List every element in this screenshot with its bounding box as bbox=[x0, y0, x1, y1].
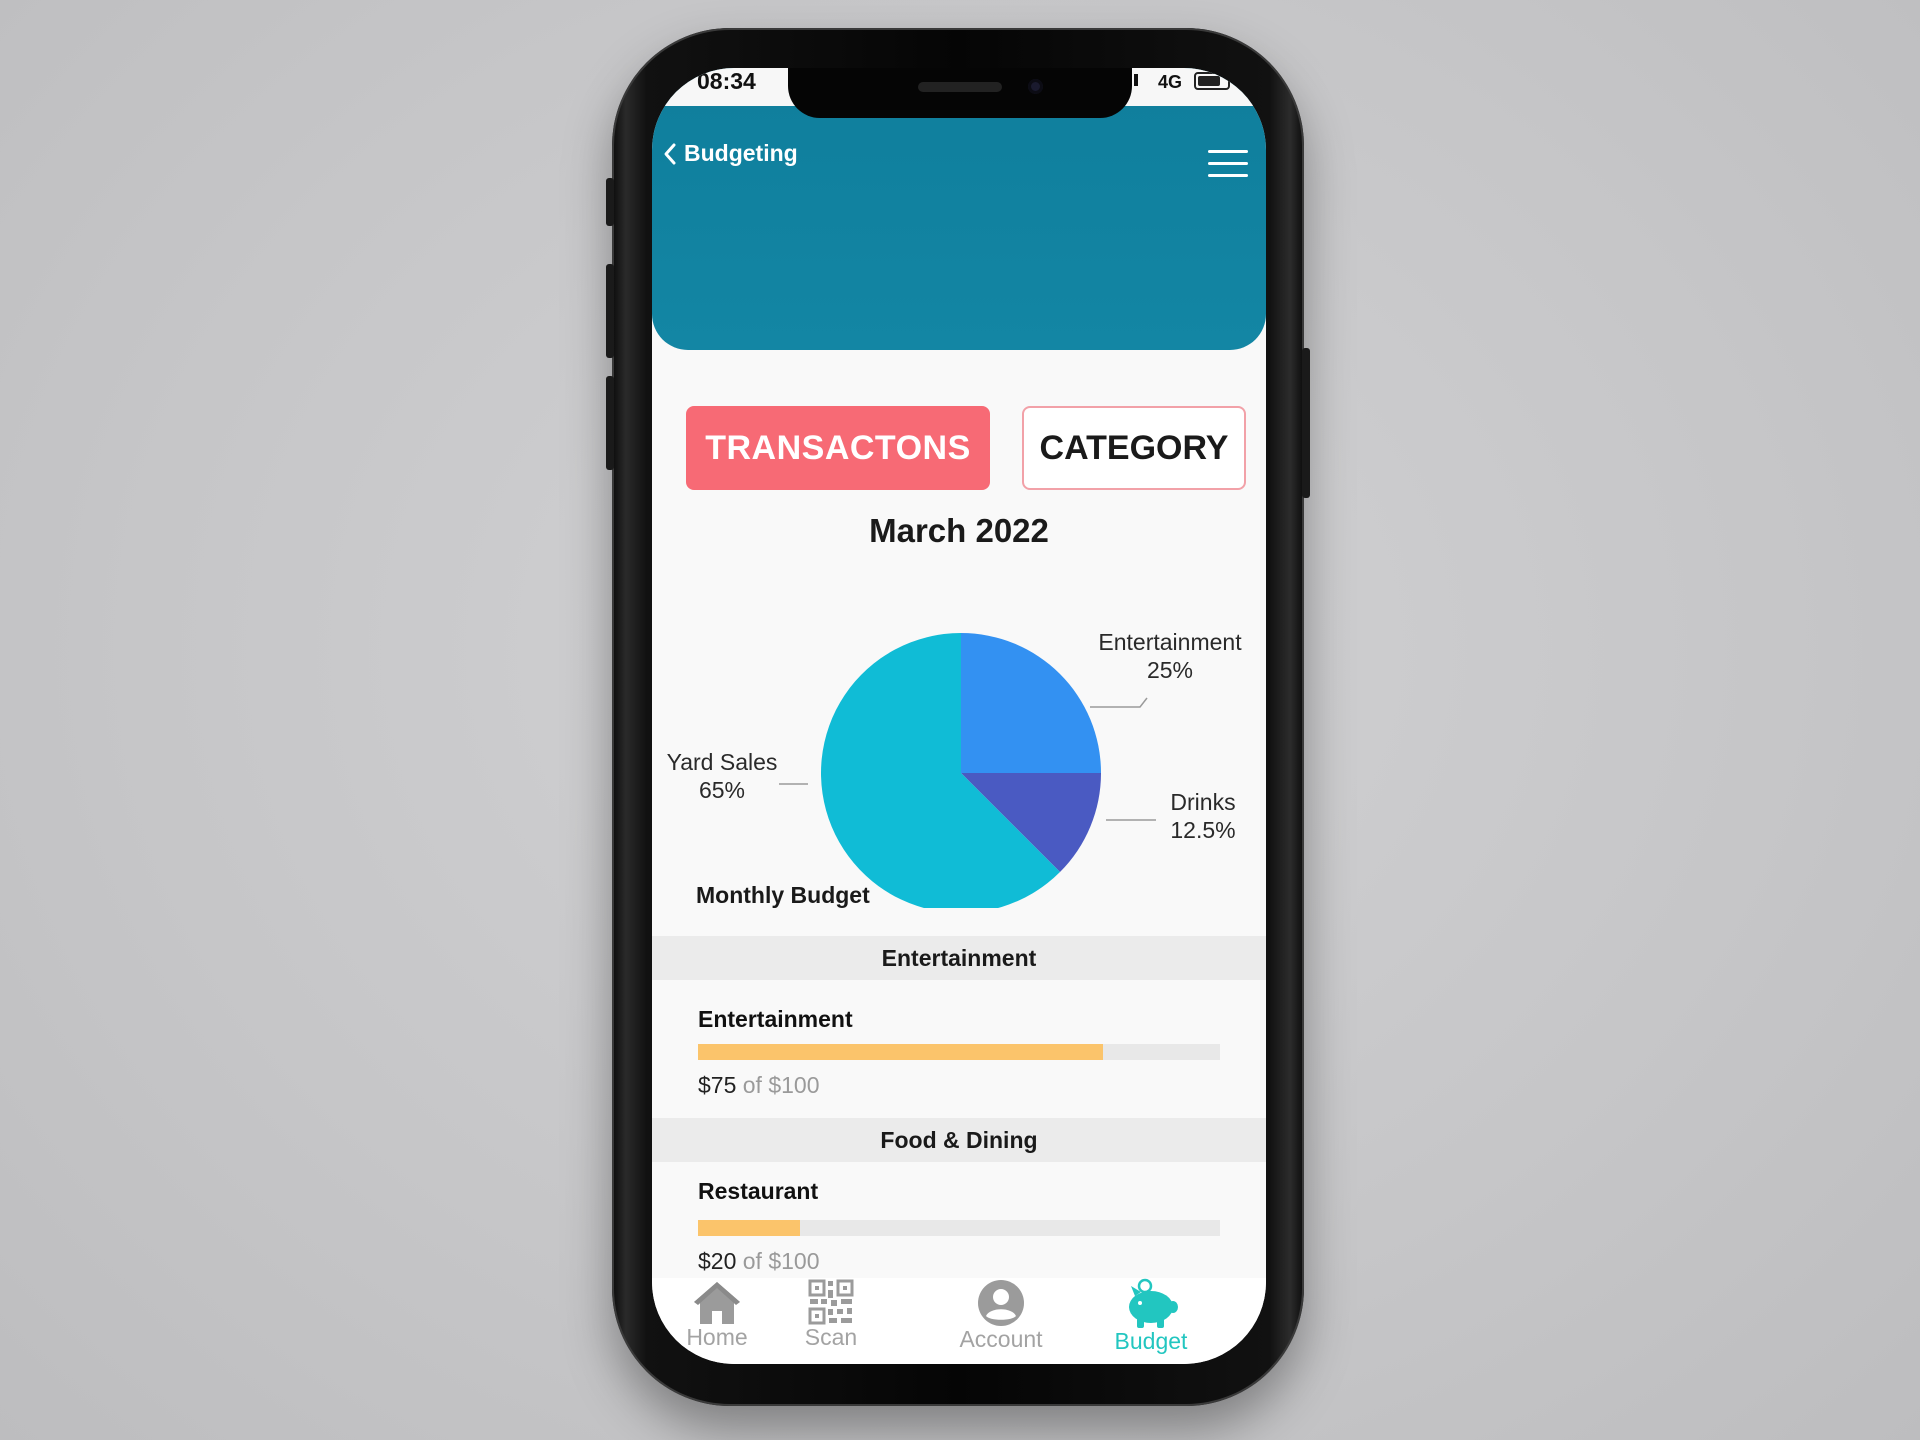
phone-screen: 08:34 4G Budgeting TRANSACTONS CATEGORY … bbox=[652, 68, 1266, 1364]
budget-progress-fill bbox=[698, 1220, 800, 1236]
pie-chart: Entertainment 25% Drinks 12.5% Yard Sale… bbox=[667, 629, 1242, 908]
budget-amount: $20 of $100 bbox=[698, 1248, 820, 1275]
bottom-tab-bar: Home Scan Account Budget bbox=[652, 1278, 1266, 1364]
tabbar-account[interactable]: Account bbox=[936, 1278, 1066, 1353]
label-yard-sales-pct: 65% bbox=[699, 777, 745, 803]
group-header-entertainment: Entertainment bbox=[652, 936, 1266, 980]
budget-item-name: Restaurant bbox=[698, 1178, 819, 1204]
tabbar-home[interactable]: Home bbox=[652, 1278, 782, 1351]
home-icon bbox=[694, 1282, 740, 1324]
speaker-grille bbox=[918, 82, 1002, 92]
view-tabs: TRANSACTONS CATEGORY bbox=[686, 406, 1246, 492]
budget-limit: of $100 bbox=[742, 1248, 820, 1274]
label-entertainment-name: Entertainment bbox=[1098, 629, 1242, 655]
hamburger-menu-icon[interactable] bbox=[1208, 150, 1248, 180]
volume-down-button bbox=[606, 376, 614, 470]
tabbar-home-label: Home bbox=[686, 1324, 748, 1350]
tabbar-account-label: Account bbox=[959, 1326, 1043, 1352]
signal-icon bbox=[1134, 74, 1138, 86]
power-button bbox=[1302, 348, 1310, 498]
battery-icon bbox=[1194, 72, 1230, 90]
tabbar-budget-label: Budget bbox=[1114, 1328, 1188, 1354]
tab-category[interactable]: CATEGORY bbox=[1022, 406, 1246, 490]
tabbar-scan[interactable]: Scan bbox=[766, 1278, 896, 1351]
chart-title: March 2022 bbox=[869, 512, 1049, 549]
qr-code-icon bbox=[808, 1279, 854, 1325]
monthly-budget-title: Monthly Budget bbox=[696, 882, 870, 908]
budget-item-name: Entertainment bbox=[698, 1006, 853, 1032]
leader-line-entertainment bbox=[1090, 697, 1148, 708]
tabbar-scan-label: Scan bbox=[804, 1324, 858, 1350]
volume-up-button bbox=[606, 264, 614, 358]
piggy-bank-icon bbox=[1129, 1278, 1178, 1328]
back-label: Budgeting bbox=[684, 140, 798, 166]
label-drinks-name: Drinks bbox=[1170, 789, 1235, 815]
group-header-food-dining: Food & Dining bbox=[652, 1118, 1266, 1162]
pie-slice-entertainment bbox=[961, 633, 1101, 773]
budget-progress-track bbox=[698, 1220, 1220, 1236]
budget-amount: $75 of $100 bbox=[698, 1072, 820, 1099]
label-entertainment-pct: 25% bbox=[1147, 657, 1193, 683]
notch bbox=[788, 68, 1132, 118]
budget-limit: of $100 bbox=[742, 1072, 820, 1098]
budget-spent: $75 bbox=[698, 1072, 737, 1098]
label-drinks-pct: 12.5% bbox=[1170, 817, 1235, 843]
label-yard-sales-name: Yard Sales bbox=[667, 749, 778, 775]
tabbar-budget[interactable]: Budget bbox=[1086, 1278, 1216, 1355]
silent-switch bbox=[606, 178, 614, 226]
network-label: 4G bbox=[1157, 72, 1182, 92]
tab-transactions[interactable]: TRANSACTONS bbox=[686, 406, 990, 490]
front-camera bbox=[1028, 79, 1043, 94]
account-icon bbox=[978, 1280, 1024, 1326]
back-button[interactable]: Budgeting bbox=[662, 140, 798, 167]
budget-progress-track bbox=[698, 1044, 1220, 1060]
chevron-left-icon bbox=[664, 143, 676, 164]
budget-spent: $20 bbox=[698, 1248, 737, 1274]
status-time: 08:34 bbox=[697, 68, 756, 94]
budget-progress-fill bbox=[698, 1044, 1103, 1060]
